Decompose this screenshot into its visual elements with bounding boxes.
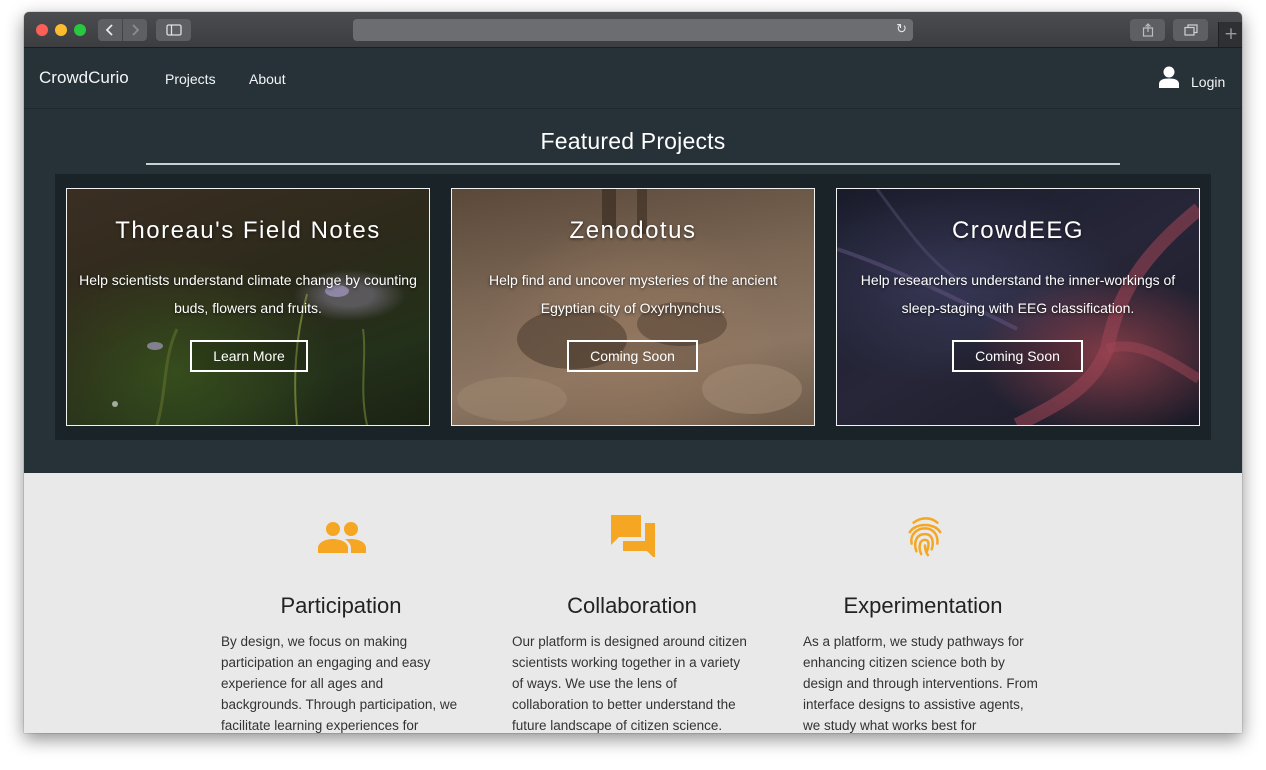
new-tab-button[interactable]: +: [1218, 22, 1242, 47]
people-icon: [318, 522, 366, 553]
brand-logo[interactable]: CrowdCurio: [39, 68, 129, 88]
project-card-crowdeeg: CrowdEEG Help researchers understand the…: [836, 188, 1200, 426]
back-button[interactable]: [98, 19, 122, 41]
project-card-thoreau: Thoreau's Field Notes Help scientists un…: [66, 188, 430, 426]
card-title: Thoreau's Field Notes: [115, 217, 381, 244]
card-description: Help scientists understand climate chang…: [79, 272, 417, 316]
card-description: Help find and uncover mysteries of the a…: [489, 272, 777, 316]
card-title: CrowdEEG: [951, 217, 1085, 244]
site-navbar: CrowdCurio Projects About Login: [24, 48, 1242, 109]
browser-titlebar: ↻ +: [24, 12, 1242, 48]
address-bar[interactable]: ↻: [353, 19, 913, 41]
feature-title: Participation: [280, 593, 402, 618]
project-card-zenodotus: Zenodotus Help find and uncover mysterie…: [451, 188, 815, 426]
browser-window: ↻ + CrowdCurio Projects About Login Feat…: [24, 12, 1242, 733]
learn-more-button[interactable]: Learn More: [190, 340, 308, 372]
feature-text: By design, we focus on making participat…: [221, 634, 458, 733]
zoom-window-button[interactable]: [74, 24, 86, 36]
featured-projects-section: Featured Projects Thoreau's Field Notes …: [24, 109, 1242, 473]
show-tabs-button[interactable]: [1173, 19, 1208, 41]
sidebar-toggle-button[interactable]: [156, 19, 191, 41]
close-window-button[interactable]: [36, 24, 48, 36]
features-section: Participation By design, we focus on mak…: [24, 473, 1242, 733]
minimize-window-button[interactable]: [55, 24, 67, 36]
featured-title: Featured Projects: [540, 128, 726, 154]
sidebar-icon: [165, 24, 182, 36]
card-description: Help researchers understand the inner-wo…: [860, 272, 1176, 316]
card-title: Zenodotus: [569, 217, 697, 244]
login-link[interactable]: Login: [1191, 74, 1225, 90]
feature-title: Experimentation: [843, 593, 1003, 618]
project-cards-container: Thoreau's Field Notes Help scientists un…: [55, 174, 1211, 440]
tabs-icon: [1183, 24, 1198, 36]
nav-link-projects[interactable]: Projects: [165, 71, 216, 87]
reload-icon[interactable]: ↻: [896, 19, 907, 41]
nav-link-about[interactable]: About: [249, 71, 286, 87]
fingerprint-icon: [908, 517, 942, 557]
coming-soon-button[interactable]: Coming Soon: [567, 340, 698, 372]
feature-title: Collaboration: [567, 593, 697, 618]
forward-button[interactable]: [123, 19, 147, 41]
user-icon[interactable]: [1159, 66, 1179, 88]
featured-divider: [146, 163, 1120, 165]
chevron-right-icon: [132, 24, 140, 36]
chat-bubbles-icon: [611, 515, 655, 557]
feature-text: As a platform, we study pathways for enh…: [803, 634, 1038, 733]
chevron-left-icon: [105, 24, 113, 36]
share-icon: [1142, 23, 1153, 37]
coming-soon-button[interactable]: Coming Soon: [952, 340, 1083, 372]
share-button[interactable]: [1130, 19, 1165, 41]
feature-text: Our platform is designed around citizen …: [512, 634, 747, 733]
